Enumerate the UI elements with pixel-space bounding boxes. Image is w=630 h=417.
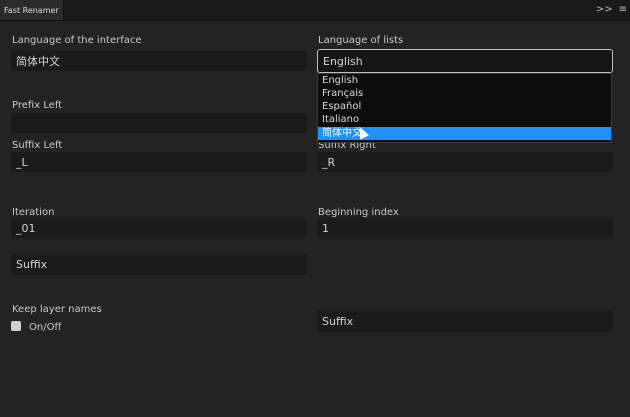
- panel-controls: >> ≡: [596, 0, 630, 20]
- iteration-label: Iteration: [12, 207, 55, 218]
- layer-position-select[interactable]: Suffix: [317, 310, 613, 332]
- beginning-index-value: 1: [322, 221, 329, 235]
- panel-tab-title: Fast Renamer: [4, 5, 59, 15]
- prefix-left-input[interactable]: [11, 113, 307, 133]
- layer-position-value: Suffix: [322, 314, 354, 328]
- suffix-left-label: Suffix Left: [12, 140, 63, 151]
- interface-language-label: Language of the interface: [12, 35, 142, 46]
- beginning-index-label: Beginning index: [318, 207, 399, 218]
- collapse-panel-icon[interactable]: >>: [596, 0, 613, 20]
- interface-language-value: 简体中文: [16, 55, 60, 68]
- dropdown-option[interactable]: English: [318, 74, 611, 87]
- dropdown-option[interactable]: Español: [318, 100, 611, 113]
- dropdown-option[interactable]: Français: [318, 87, 611, 100]
- iteration-position-select[interactable]: Suffix: [11, 254, 307, 275]
- list-language-value: English: [323, 54, 363, 68]
- panel-tab-bar: Fast Renamer >> ≡: [0, 0, 630, 21]
- prefix-left-label: Prefix Left: [12, 100, 63, 111]
- keep-layer-names-toggle-label: On/Off: [29, 322, 62, 333]
- panel-menu-icon[interactable]: ≡: [619, 0, 627, 20]
- suffix-right-input[interactable]: _R: [317, 152, 613, 172]
- suffix-right-value: _R: [322, 155, 336, 169]
- keep-layer-names-label: Keep layer names: [12, 304, 102, 315]
- panel-tab[interactable]: Fast Renamer: [0, 0, 64, 20]
- iteration-position-value: Suffix: [16, 258, 48, 271]
- beginning-index-input[interactable]: 1: [317, 218, 613, 238]
- iteration-value: _01: [16, 221, 36, 235]
- list-language-select[interactable]: English: [317, 49, 613, 73]
- suffix-left-input[interactable]: _L: [11, 152, 307, 172]
- list-language-label: Language of lists: [318, 35, 404, 46]
- interface-language-select[interactable]: 简体中文: [11, 51, 307, 71]
- keep-layer-names-checkbox[interactable]: [11, 321, 21, 331]
- iteration-input[interactable]: _01: [11, 218, 307, 238]
- suffix-left-value: _L: [16, 155, 28, 169]
